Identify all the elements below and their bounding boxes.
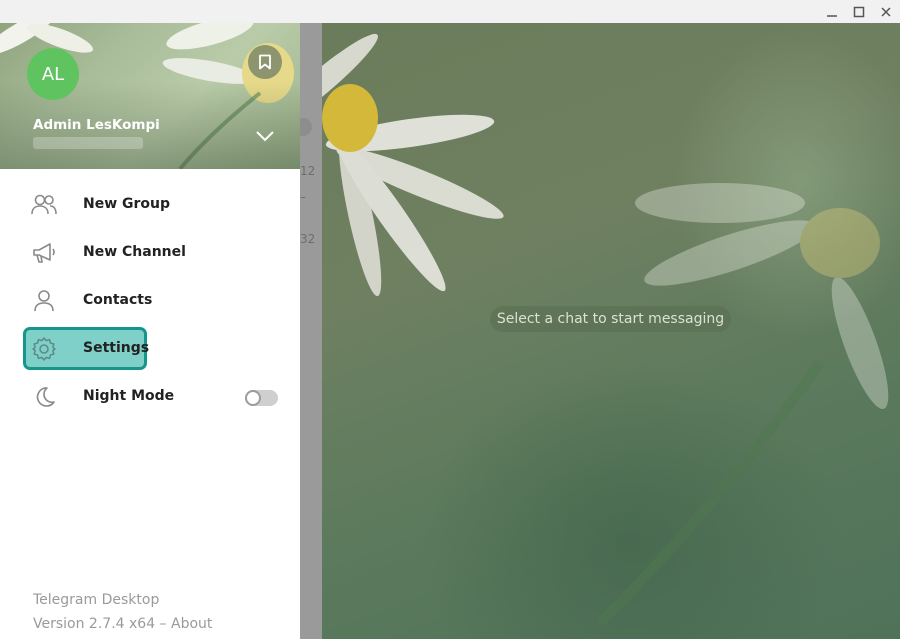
menu-label-new-channel: New Channel	[83, 244, 186, 260]
menu-item-night-mode[interactable]: Night Mode	[0, 373, 300, 421]
menu-label-night-mode: Night Mode	[83, 388, 175, 404]
night-mode-toggle[interactable]	[245, 390, 278, 406]
empty-chat-message: Select a chat to start messaging	[490, 306, 731, 332]
toggle-knob	[245, 390, 261, 406]
megaphone-icon	[28, 239, 60, 267]
menu-item-contacts[interactable]: Contacts	[0, 277, 300, 325]
main-menu-drawer: AL Admin LesKompi New Group New Channel …	[0, 23, 300, 639]
menu-label-new-group: New Group	[83, 196, 171, 212]
group-icon	[28, 191, 60, 219]
chat-time-1: 12	[300, 164, 316, 178]
chat-time-2: –	[300, 190, 306, 204]
chat-time-3: 32	[300, 232, 316, 246]
menu-item-new-channel[interactable]: New Channel	[0, 229, 300, 277]
avatar[interactable]: AL	[27, 48, 79, 100]
close-icon[interactable]	[872, 0, 900, 23]
app-name: Telegram Desktop	[33, 592, 160, 608]
person-icon	[28, 287, 60, 315]
user-name: Admin LesKompi	[33, 117, 160, 133]
moon-icon	[28, 383, 60, 411]
chevron-down-icon[interactable]	[252, 123, 278, 149]
menu-label-settings: Settings	[83, 340, 150, 356]
minimize-icon[interactable]	[818, 0, 846, 23]
window-titlebar	[0, 0, 900, 23]
menu-item-new-group[interactable]: New Group	[0, 181, 300, 229]
menu-item-settings[interactable]: Settings	[0, 325, 300, 373]
maximize-icon[interactable]	[845, 0, 873, 23]
bookmark-icon[interactable]	[248, 45, 282, 79]
gear-icon	[28, 335, 60, 363]
menu-label-contacts: Contacts	[83, 292, 153, 308]
app-version-about-link[interactable]: Version 2.7.4 x64 – About	[33, 616, 212, 632]
user-phone-blurred	[33, 137, 143, 149]
chat-list-dimmed	[300, 23, 322, 639]
